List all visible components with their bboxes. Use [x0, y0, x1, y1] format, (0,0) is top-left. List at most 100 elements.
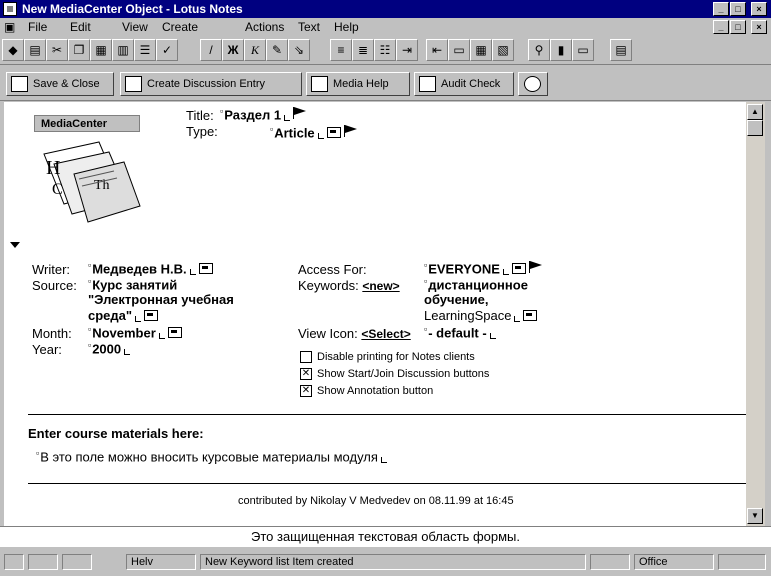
menu-file[interactable]: File [28, 20, 47, 34]
mail-indicator[interactable] [718, 554, 766, 570]
show-annotation-checkbox[interactable]: ✕ [300, 385, 312, 397]
close-button[interactable]: × [751, 2, 767, 16]
view-icon[interactable]: ▮ [550, 39, 572, 61]
status-indicator[interactable] [4, 554, 24, 570]
doc-restore-button[interactable]: □ [730, 20, 746, 34]
navigate-icon[interactable]: ◆ [2, 39, 24, 61]
menu-text[interactable]: Text [298, 20, 320, 34]
title-label: Title: [186, 108, 214, 123]
access-field[interactable]: ▫EVERYONE [424, 260, 544, 276]
source-field[interactable]: ▫Курс занятий [88, 276, 177, 292]
scroll-down-icon[interactable]: ▼ [747, 508, 763, 524]
copy-icon[interactable]: ❐ [68, 39, 90, 61]
location-selector[interactable]: Office [634, 554, 714, 570]
select-icon-link[interactable]: <Select> [361, 327, 410, 341]
highlight-icon[interactable]: / [200, 39, 222, 61]
check-icon [419, 76, 436, 92]
align-center-icon[interactable]: ≣ [352, 39, 374, 61]
italic-icon[interactable]: К [244, 39, 266, 61]
status-cell[interactable] [62, 554, 92, 570]
save-close-button[interactable]: Save & Close [6, 72, 114, 96]
vertical-scrollbar[interactable]: ▲ ▼ [746, 102, 765, 526]
attach-icon[interactable]: ☰ [134, 39, 156, 61]
title-bar: New MediaCenter Object - Lotus Notes _ □… [0, 0, 771, 18]
cut-icon[interactable]: ✂ [46, 39, 68, 61]
doc-minimize-button[interactable]: _ [713, 20, 729, 34]
new-keyword-link[interactable]: <new> [362, 279, 399, 293]
bold-icon[interactable]: Ж [222, 39, 244, 61]
svg-text:C: C [52, 181, 63, 198]
media-help-button[interactable]: Media Help [306, 72, 410, 96]
eye-icon [524, 76, 541, 92]
helper-button-icon[interactable] [511, 263, 526, 275]
keywords-label: Keywords: <new> [298, 278, 400, 293]
doc-icon[interactable]: ▣ [4, 20, 15, 34]
window-title: New MediaCenter Object - Lotus Notes [22, 2, 243, 16]
minimize-button[interactable]: _ [713, 2, 729, 16]
show-discussion-checkbox[interactable]: ✕ [300, 368, 312, 380]
section-twistie-icon[interactable] [10, 242, 20, 248]
bullets-icon[interactable]: ☷ [374, 39, 396, 61]
year-label: Year: [32, 342, 62, 357]
scroll-up-icon[interactable]: ▲ [747, 104, 763, 120]
smarticon-toolbar: ◆ ▤ ✂ ❐ ▦ ▥ ☰ ✓ / Ж К ✎ ⇘ ≡ ≣ ☷ ⇥ ⇤ ▭ ▦ … [0, 36, 771, 65]
divider-top [28, 414, 746, 415]
indent-icon[interactable]: ⇤ [426, 39, 448, 61]
writer-field[interactable]: ▫Медведев Н.В. [88, 260, 213, 276]
font-selector[interactable]: Helv [126, 554, 196, 570]
access-label: Access For: [298, 262, 367, 277]
create-discussion-button[interactable]: Create Discussion Entry [120, 72, 302, 96]
viewicon-label: View Icon: <Select> [298, 326, 411, 341]
course-materials-field[interactable]: ▫В это поле можно вносить курсовые матер… [36, 448, 387, 464]
help-icon [311, 76, 328, 92]
tools-icon[interactable]: ▤ [610, 39, 632, 61]
doc-close-button[interactable]: × [751, 20, 767, 34]
text-shrink-icon[interactable]: ⇘ [288, 39, 310, 61]
divider-bottom [28, 483, 746, 484]
search-icon[interactable]: ⚲ [528, 39, 550, 61]
scroll-thumb[interactable] [747, 120, 763, 136]
app-icon[interactable] [3, 2, 17, 16]
paste-icon[interactable]: ▦ [90, 39, 112, 61]
helper-button-icon[interactable] [198, 263, 213, 275]
menu-create[interactable]: Create [162, 20, 198, 34]
svg-text:H: H [46, 157, 60, 179]
preview-icon[interactable]: ▭ [572, 39, 594, 61]
outdent-icon[interactable]: ▭ [448, 39, 470, 61]
type-field[interactable]: ▫Article [270, 124, 359, 140]
eye-button[interactable] [518, 72, 548, 96]
month-field[interactable]: ▫November [88, 324, 182, 340]
viewicon-field[interactable]: ▫- default - [424, 324, 496, 340]
print-icon[interactable]: ▥ [112, 39, 134, 61]
keywords-field[interactable]: ▫дистанционное [424, 276, 528, 292]
status-cell[interactable] [590, 554, 630, 570]
helper-button-icon[interactable] [167, 327, 182, 339]
table-icon[interactable]: ▦ [470, 39, 492, 61]
menu-actions[interactable]: Actions [245, 20, 284, 34]
status-cell[interactable] [28, 554, 58, 570]
check-spelling-icon[interactable]: ✓ [156, 39, 178, 61]
helper-button-icon[interactable] [326, 127, 341, 139]
show-annotation-label: Show Annotation button [317, 385, 434, 397]
numbers-icon[interactable]: ⇥ [396, 39, 418, 61]
action-bar: Save & Close Create Discussion Entry Med… [0, 68, 771, 101]
disable-printing-checkbox[interactable] [300, 351, 312, 363]
status-message: New Keyword list Item created [200, 554, 586, 570]
keywords-field-line3: LearningSpace [424, 308, 538, 323]
helper-button-icon[interactable] [144, 310, 159, 321]
source-field-line3: среда" [88, 308, 159, 323]
maximize-button[interactable]: □ [730, 2, 746, 16]
required-flag-icon [528, 261, 544, 274]
text-color-icon[interactable]: ✎ [266, 39, 288, 61]
helper-button-icon[interactable] [523, 310, 538, 321]
year-field[interactable]: ▫2000 [88, 340, 131, 356]
audit-check-button[interactable]: Audit Check [414, 72, 514, 96]
properties-icon[interactable]: ▤ [24, 39, 46, 61]
title-field[interactable]: ▫Раздел 1 [220, 106, 308, 122]
menu-help[interactable]: Help [334, 20, 359, 34]
align-left-icon[interactable]: ≡ [330, 39, 352, 61]
section-icon[interactable]: ▧ [492, 39, 514, 61]
menu-view[interactable]: View [122, 20, 148, 34]
menu-edit[interactable]: Edit [70, 20, 91, 34]
required-flag-icon [343, 125, 359, 138]
